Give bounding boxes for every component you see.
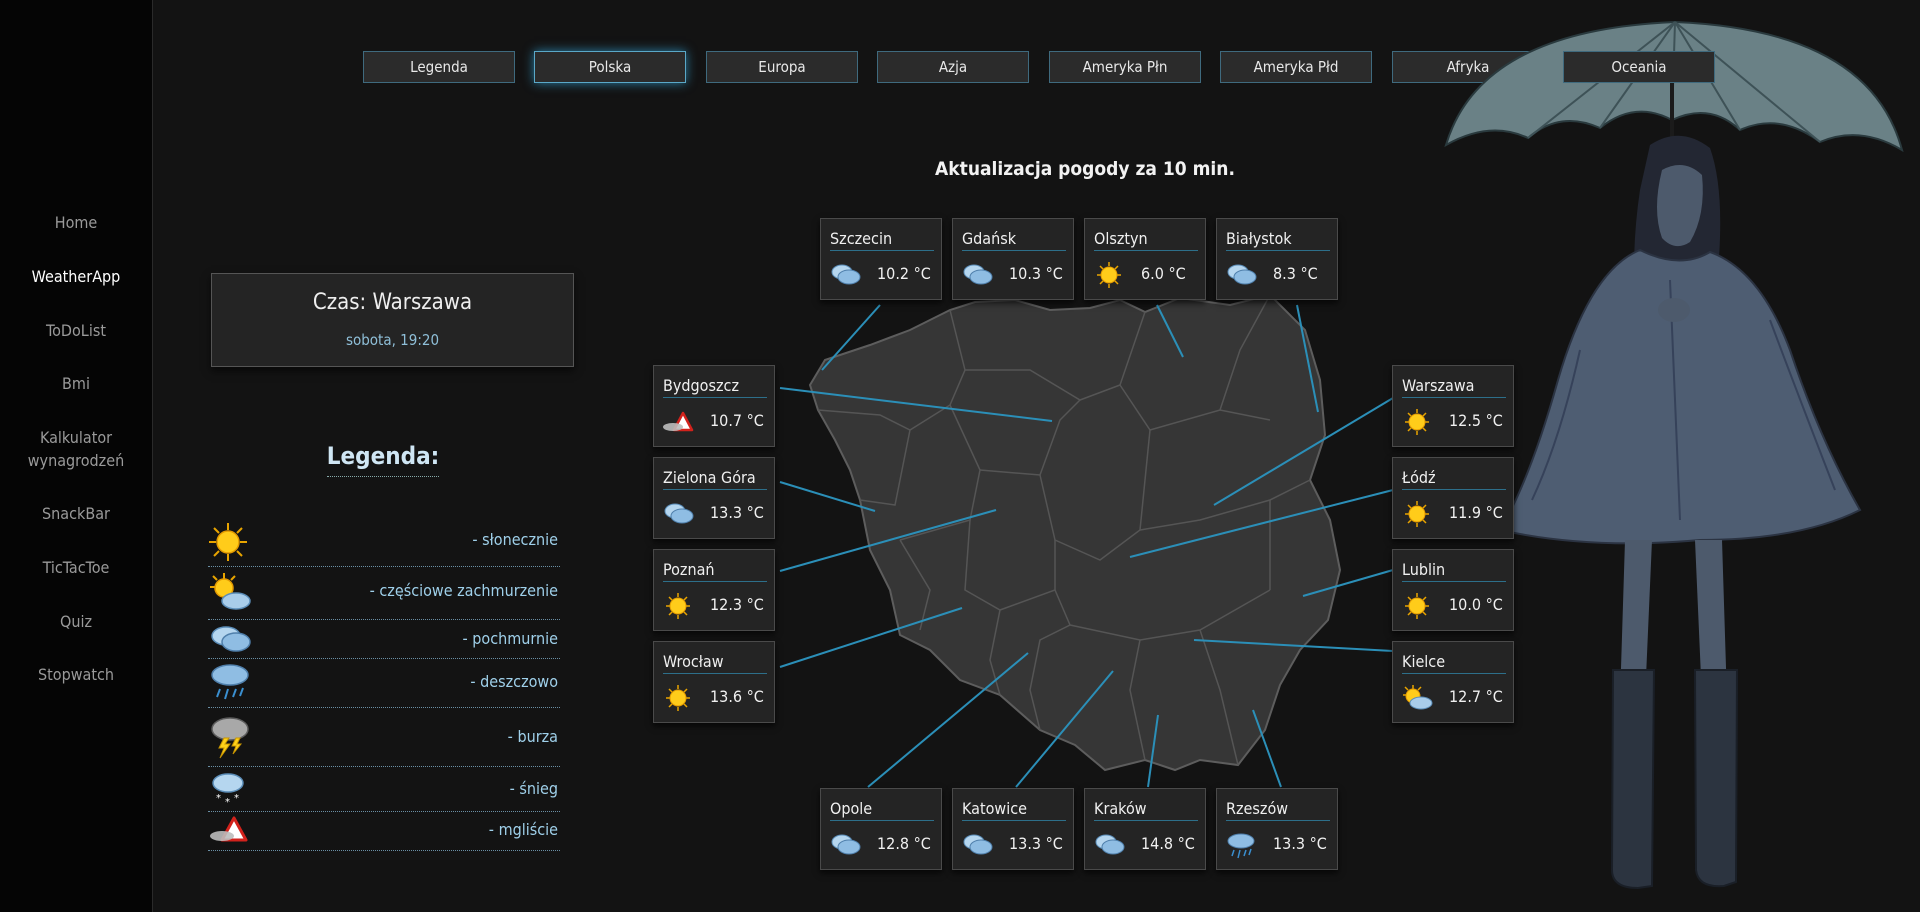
city-temp: 12.3 °C (710, 595, 764, 614)
city-name: Białystok (1226, 229, 1330, 251)
fog-icon (663, 411, 694, 432)
partly-cloudy-icon (1403, 685, 1433, 710)
sun-icon (1405, 409, 1429, 435)
city-szczecin[interactable]: Szczecin 10.2 °C (820, 218, 942, 300)
city-name: Bydgoszcz (663, 376, 767, 398)
city-temp: 10.3 °C (1009, 264, 1063, 283)
cloudy-icon (831, 264, 861, 285)
sun-icon (666, 685, 690, 711)
city-bydgoszcz[interactable]: Bydgoszcz 10.7 °C (653, 365, 775, 447)
city-temp: 13.6 °C (710, 687, 764, 706)
cloudy-icon (664, 503, 694, 524)
city-name: Kielce (1402, 652, 1506, 674)
city-name: Łódź (1402, 468, 1506, 490)
cloudy-icon (831, 834, 861, 855)
city-name: Rzeszów (1226, 799, 1330, 821)
city-name: Szczecin (830, 229, 934, 251)
city-name: Wrocław (663, 652, 767, 674)
city-zielona-gora[interactable]: Zielona Góra 13.3 °C (653, 457, 775, 539)
city-bialystok[interactable]: Białystok 8.3 °C (1216, 218, 1338, 300)
city-kielce[interactable]: Kielce 12.7 °C (1392, 641, 1514, 723)
city-temp: 10.7 °C (710, 411, 764, 430)
city-temp: 12.8 °C (877, 834, 931, 853)
cloudy-icon (1095, 834, 1125, 855)
city-name: Lublin (1402, 560, 1506, 582)
city-gdansk[interactable]: Gdańsk 10.3 °C (952, 218, 1074, 300)
city-temp: 11.9 °C (1449, 503, 1503, 522)
city-name: Poznań (663, 560, 767, 582)
sun-icon (1405, 501, 1429, 527)
city-poznan[interactable]: Poznań 12.3 °C (653, 549, 775, 631)
city-temp: 10.2 °C (877, 264, 931, 283)
city-opole[interactable]: Opole 12.8 °C (820, 788, 942, 870)
city-krakow[interactable]: Kraków 14.8 °C (1084, 788, 1206, 870)
sun-icon (666, 593, 690, 619)
city-name: Katowice (962, 799, 1066, 821)
city-temp: 10.0 °C (1449, 595, 1503, 614)
city-warszawa[interactable]: Warszawa 12.5 °C (1392, 365, 1514, 447)
city-katowice[interactable]: Katowice 13.3 °C (952, 788, 1074, 870)
city-temp: 13.3 °C (1009, 834, 1063, 853)
city-name: Olsztyn (1094, 229, 1198, 251)
city-connector-lines (779, 304, 1394, 788)
city-temp: 6.0 °C (1141, 264, 1186, 283)
city-lodz[interactable]: Łódź 11.9 °C (1392, 457, 1514, 539)
city-temp: 13.3 °C (1273, 834, 1327, 853)
sun-icon (1097, 262, 1121, 288)
city-wroclaw[interactable]: Wrocław 13.6 °C (653, 641, 775, 723)
city-name: Zielona Góra (663, 468, 767, 490)
rain-icon (1227, 833, 1255, 859)
sun-icon (1405, 593, 1429, 619)
city-name: Kraków (1094, 799, 1198, 821)
city-temp: 12.7 °C (1449, 687, 1503, 706)
city-name: Warszawa (1402, 376, 1506, 398)
cloudy-icon (963, 834, 993, 855)
city-olsztyn[interactable]: Olsztyn 6.0 °C (1084, 218, 1206, 300)
city-temp: 14.8 °C (1141, 834, 1195, 853)
city-name: Opole (830, 799, 934, 821)
city-rzeszow[interactable]: Rzeszów 13.3 °C (1216, 788, 1338, 870)
cloudy-icon (1227, 264, 1257, 285)
cloudy-icon (963, 264, 993, 285)
city-temp: 12.5 °C (1449, 411, 1503, 430)
city-lublin[interactable]: Lublin 10.0 °C (1392, 549, 1514, 631)
city-temp: 8.3 °C (1273, 264, 1318, 283)
city-name: Gdańsk (962, 229, 1066, 251)
city-temp: 13.3 °C (710, 503, 764, 522)
